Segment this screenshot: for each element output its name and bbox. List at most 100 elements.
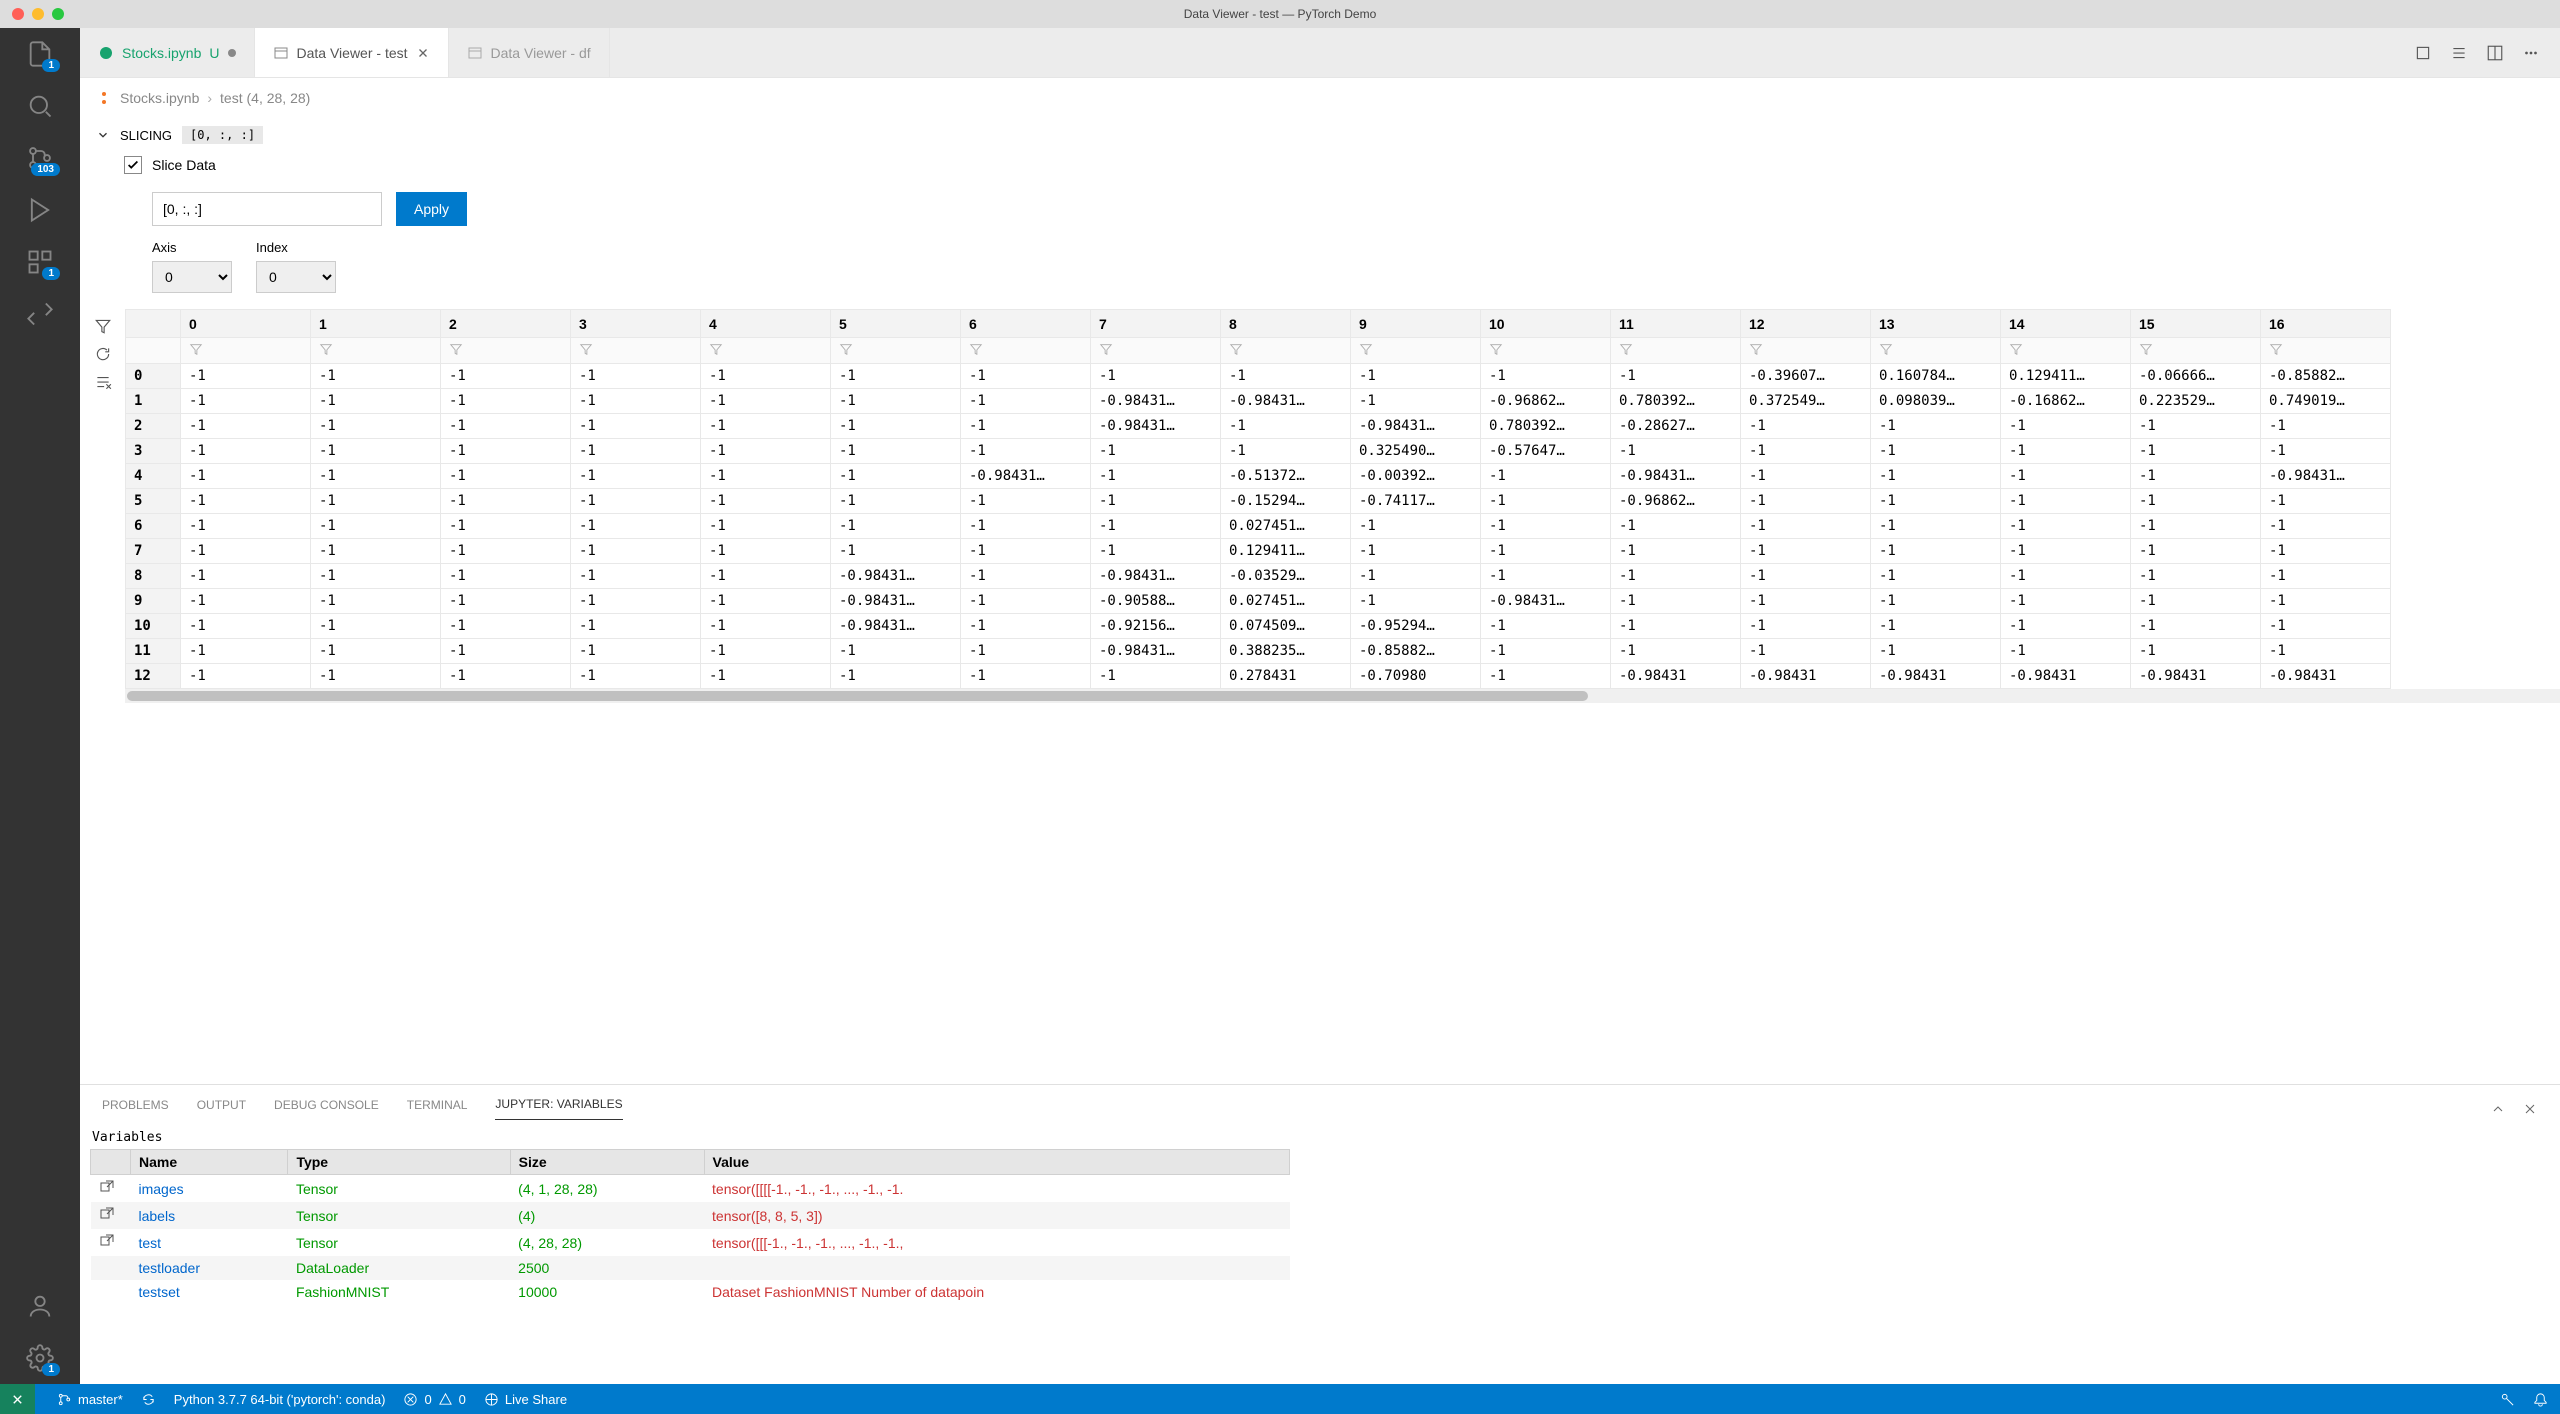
cell[interactable]: -1: [831, 489, 961, 514]
chevron-down-icon[interactable]: [96, 128, 110, 142]
cell[interactable]: -1: [1741, 639, 1871, 664]
cell[interactable]: -1: [2001, 639, 2131, 664]
cell[interactable]: -1: [2131, 539, 2261, 564]
panel-close-icon[interactable]: [2522, 1101, 2538, 1117]
cell[interactable]: 0.129411…: [1221, 539, 1351, 564]
cell[interactable]: -0.98431…: [1221, 389, 1351, 414]
cell[interactable]: -1: [701, 639, 831, 664]
cell[interactable]: -1: [961, 489, 1091, 514]
cell[interactable]: -1: [2001, 589, 2131, 614]
index-header[interactable]: [126, 310, 181, 338]
cell[interactable]: -1: [1611, 564, 1741, 589]
column-filter[interactable]: [441, 338, 571, 364]
cell[interactable]: -1: [181, 389, 311, 414]
cell[interactable]: -1: [1611, 539, 1741, 564]
cell[interactable]: -1: [571, 389, 701, 414]
table-row[interactable]: 9-1-1-1-1-1-0.98431…-1-0.90588…0.027451……: [126, 589, 2391, 614]
cell[interactable]: -0.85882…: [2261, 364, 2391, 389]
cell[interactable]: -0.98431…: [2261, 464, 2391, 489]
open-data-viewer-icon[interactable]: [99, 1233, 115, 1249]
cell[interactable]: -1: [961, 439, 1091, 464]
cell[interactable]: -0.98431…: [1611, 464, 1741, 489]
cell[interactable]: -1: [1741, 539, 1871, 564]
cell[interactable]: -1: [1481, 364, 1611, 389]
cell[interactable]: -1: [571, 439, 701, 464]
cell[interactable]: -1: [311, 414, 441, 439]
cell[interactable]: 0.223529…: [2131, 389, 2261, 414]
cell[interactable]: -1: [181, 664, 311, 689]
remote-icon[interactable]: [26, 300, 54, 328]
cell[interactable]: -1: [1741, 589, 1871, 614]
cell[interactable]: -0.98431: [1611, 664, 1741, 689]
cell[interactable]: -1: [2131, 439, 2261, 464]
cell[interactable]: -1: [1481, 539, 1611, 564]
cell[interactable]: -1: [571, 664, 701, 689]
cell[interactable]: 0.325490…: [1351, 439, 1481, 464]
cell[interactable]: -1: [831, 514, 961, 539]
cell[interactable]: -1: [441, 464, 571, 489]
cell[interactable]: -1: [311, 539, 441, 564]
cell[interactable]: -1: [1481, 464, 1611, 489]
column-header[interactable]: 9: [1351, 310, 1481, 338]
cell[interactable]: -1: [1481, 564, 1611, 589]
cell[interactable]: -1: [1221, 439, 1351, 464]
cell[interactable]: -1: [2131, 414, 2261, 439]
cell[interactable]: -0.95294…: [1351, 614, 1481, 639]
column-header[interactable]: 13: [1871, 310, 2001, 338]
cell[interactable]: -1: [701, 439, 831, 464]
cell[interactable]: -1: [831, 389, 961, 414]
cell[interactable]: -1: [181, 514, 311, 539]
cell[interactable]: -1: [441, 489, 571, 514]
cell[interactable]: -1: [2001, 464, 2131, 489]
cell[interactable]: -0.70980: [1351, 664, 1481, 689]
cell[interactable]: -0.98431…: [831, 614, 961, 639]
cell[interactable]: -1: [701, 514, 831, 539]
cell[interactable]: 0.749019…: [2261, 389, 2391, 414]
split-editor-icon[interactable]: [2486, 44, 2504, 62]
close-icon[interactable]: [416, 46, 430, 60]
cell[interactable]: -0.98431…: [1091, 639, 1221, 664]
remote-indicator[interactable]: [0, 1384, 35, 1414]
cell[interactable]: -1: [311, 364, 441, 389]
cell[interactable]: -1: [571, 539, 701, 564]
cell[interactable]: -0.98431…: [1481, 589, 1611, 614]
cell[interactable]: -1: [2001, 514, 2131, 539]
cell[interactable]: 0.027451…: [1221, 514, 1351, 539]
cell[interactable]: -1: [1091, 364, 1221, 389]
vars-header[interactable]: Type: [288, 1150, 510, 1175]
settings-gear-icon[interactable]: 1: [26, 1344, 54, 1372]
cell[interactable]: -1: [1871, 489, 2001, 514]
cell[interactable]: -1: [961, 664, 1091, 689]
cell[interactable]: -1: [701, 664, 831, 689]
cell[interactable]: -0.98431…: [831, 589, 961, 614]
cell[interactable]: -1: [181, 439, 311, 464]
extensions-icon[interactable]: 1: [26, 248, 54, 276]
cell[interactable]: -1: [1351, 589, 1481, 614]
column-header[interactable]: 12: [1741, 310, 1871, 338]
cell[interactable]: -0.98431: [2001, 664, 2131, 689]
cell[interactable]: -1: [441, 364, 571, 389]
cell[interactable]: -1: [831, 464, 961, 489]
cell[interactable]: -1: [1351, 539, 1481, 564]
column-header[interactable]: 7: [1091, 310, 1221, 338]
vars-header[interactable]: Name: [131, 1150, 288, 1175]
cell[interactable]: -1: [441, 539, 571, 564]
cell[interactable]: -1: [311, 489, 441, 514]
cell[interactable]: -1: [1481, 614, 1611, 639]
column-filter[interactable]: [181, 338, 311, 364]
cell[interactable]: -1: [181, 539, 311, 564]
cell[interactable]: -1: [961, 414, 1091, 439]
cell[interactable]: -1: [311, 439, 441, 464]
search-icon[interactable]: [26, 92, 54, 120]
cell[interactable]: -1: [441, 564, 571, 589]
cell[interactable]: -1: [2131, 514, 2261, 539]
table-row[interactable]: 12-1-1-1-1-1-1-1-10.278431-0.70980-1-0.9…: [126, 664, 2391, 689]
cell[interactable]: -1: [1091, 489, 1221, 514]
horizontal-scrollbar[interactable]: [125, 689, 2560, 703]
index-select[interactable]: 0: [256, 261, 336, 293]
cell[interactable]: -1: [961, 364, 1091, 389]
cell[interactable]: -1: [1611, 614, 1741, 639]
cell[interactable]: -1: [1481, 664, 1611, 689]
table-row[interactable]: 0-1-1-1-1-1-1-1-1-1-1-1-1-0.39607…0.1607…: [126, 364, 2391, 389]
cell[interactable]: -0.98431…: [1091, 389, 1221, 414]
